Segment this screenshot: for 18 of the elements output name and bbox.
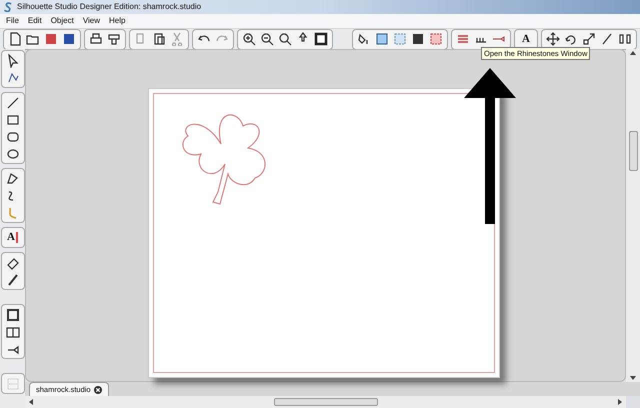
horizontal-scrollbar[interactable] (25, 396, 626, 408)
move-icon[interactable] (544, 30, 562, 48)
frame-icon[interactable] (312, 30, 330, 48)
menu-item[interactable]: File (6, 15, 19, 27)
scroll-down-icon[interactable] (630, 376, 636, 380)
cursor-bar-icon (16, 232, 18, 243)
menu-item[interactable]: Object (50, 15, 74, 27)
menu-item[interactable]: Edit (28, 15, 42, 27)
close-icon[interactable] (94, 386, 102, 394)
scroll-right-icon[interactable] (618, 399, 622, 405)
menu-item[interactable]: View (82, 15, 100, 27)
scroll-left-icon[interactable] (29, 399, 33, 405)
scroll-thumb[interactable] (628, 130, 638, 170)
menu-item[interactable]: Help (109, 15, 126, 27)
scroll-thumb[interactable] (274, 398, 378, 406)
window-title: Silhouette Studio Designer Edition: shamrock.studio (17, 1, 202, 13)
vertical-scrollbar[interactable] (626, 49, 640, 382)
app-logo-icon (4, 2, 13, 12)
